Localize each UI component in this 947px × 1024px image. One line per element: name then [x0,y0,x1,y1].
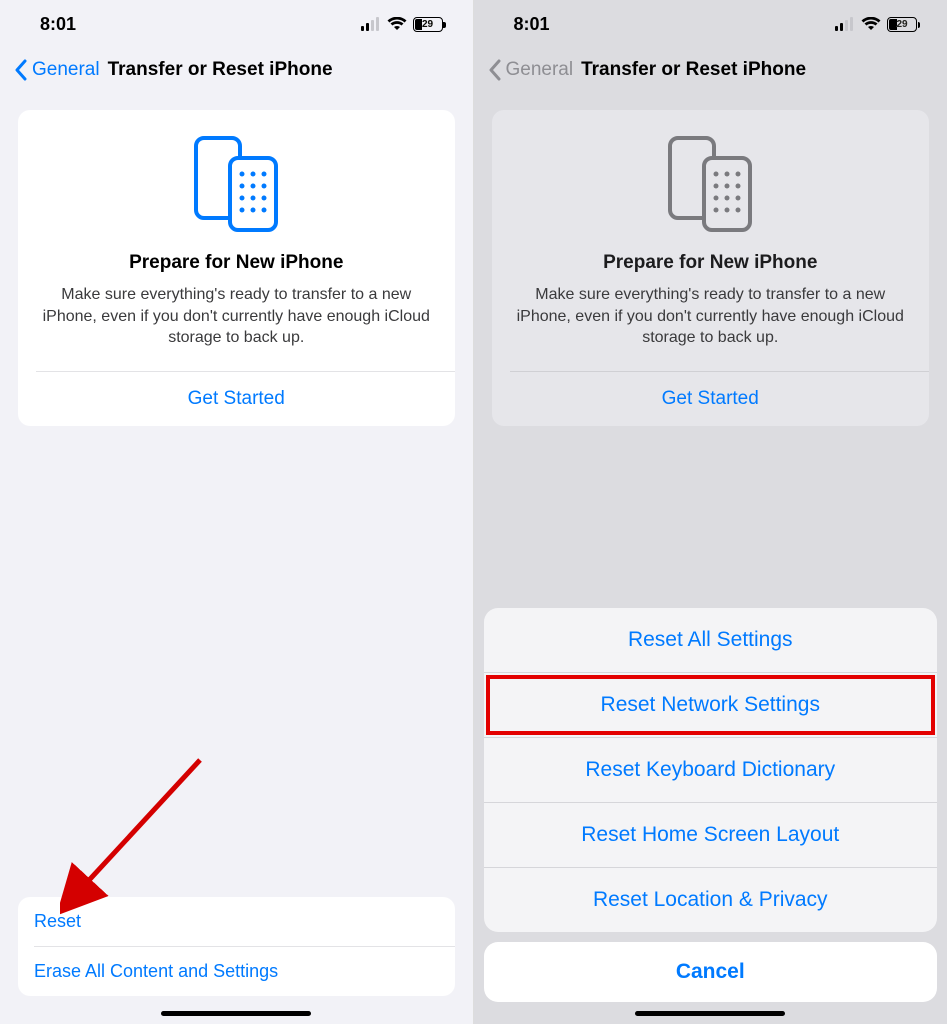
nav-bar: General Transfer or Reset iPhone [474,48,947,92]
status-bar: 8:01 29 [0,0,473,48]
home-indicator[interactable] [161,1011,311,1016]
back-button[interactable]: General [14,59,100,81]
sheet-reset-home-screen-layout[interactable]: Reset Home Screen Layout [484,803,938,867]
back-label: General [506,59,574,81]
page-title: Transfer or Reset iPhone [108,59,333,81]
nav-bar: General Transfer or Reset iPhone [0,48,473,92]
cellular-icon [835,17,855,31]
transfer-phones-icon [36,134,437,234]
get-started-button[interactable]: Get Started [18,372,455,426]
get-started-button-dimmed: Get Started [492,372,930,426]
status-time: 8:01 [514,14,550,35]
home-indicator[interactable] [635,1011,785,1016]
prepare-card: Prepare for New iPhone Make sure everyth… [18,110,455,426]
action-sheet: Reset All Settings Reset Network Setting… [484,608,938,1002]
wifi-icon [387,17,407,31]
bottom-options-list: Reset Erase All Content and Settings [18,897,455,996]
sheet-cancel-button[interactable]: Cancel [484,942,938,1002]
battery-icon: 29 [413,17,443,32]
erase-all-option[interactable]: Erase All Content and Settings [18,947,455,996]
cellular-icon [361,17,381,31]
sheet-reset-network-settings[interactable]: Reset Network Settings [484,673,938,737]
back-label: General [32,59,100,81]
status-bar: 8:01 29 [474,0,947,48]
status-time: 8:01 [40,14,76,35]
status-icons: 29 [361,17,443,32]
status-icons: 29 [835,17,917,32]
right-screenshot: 8:01 29 General Transfer or Reset iPhone [474,0,947,1024]
back-button-dimmed: General [488,59,574,81]
prepare-desc: Make sure everything's ready to transfer… [510,284,912,349]
transfer-phones-icon [510,134,912,234]
reset-option[interactable]: Reset [18,897,455,946]
sheet-reset-all-settings[interactable]: Reset All Settings [484,608,938,672]
prepare-card-dimmed: Prepare for New iPhone Make sure everyth… [492,110,930,426]
sheet-reset-location-privacy[interactable]: Reset Location & Privacy [484,868,938,932]
sheet-reset-keyboard-dictionary[interactable]: Reset Keyboard Dictionary [484,738,938,802]
prepare-title: Prepare for New iPhone [36,252,437,274]
prepare-desc: Make sure everything's ready to transfer… [36,284,437,349]
left-screenshot: 8:01 29 General Transfer or Reset iPhone [0,0,474,1024]
page-title: Transfer or Reset iPhone [581,59,806,81]
prepare-title: Prepare for New iPhone [510,252,912,274]
battery-icon: 29 [887,17,917,32]
annotation-arrow [60,750,220,920]
wifi-icon [861,17,881,31]
